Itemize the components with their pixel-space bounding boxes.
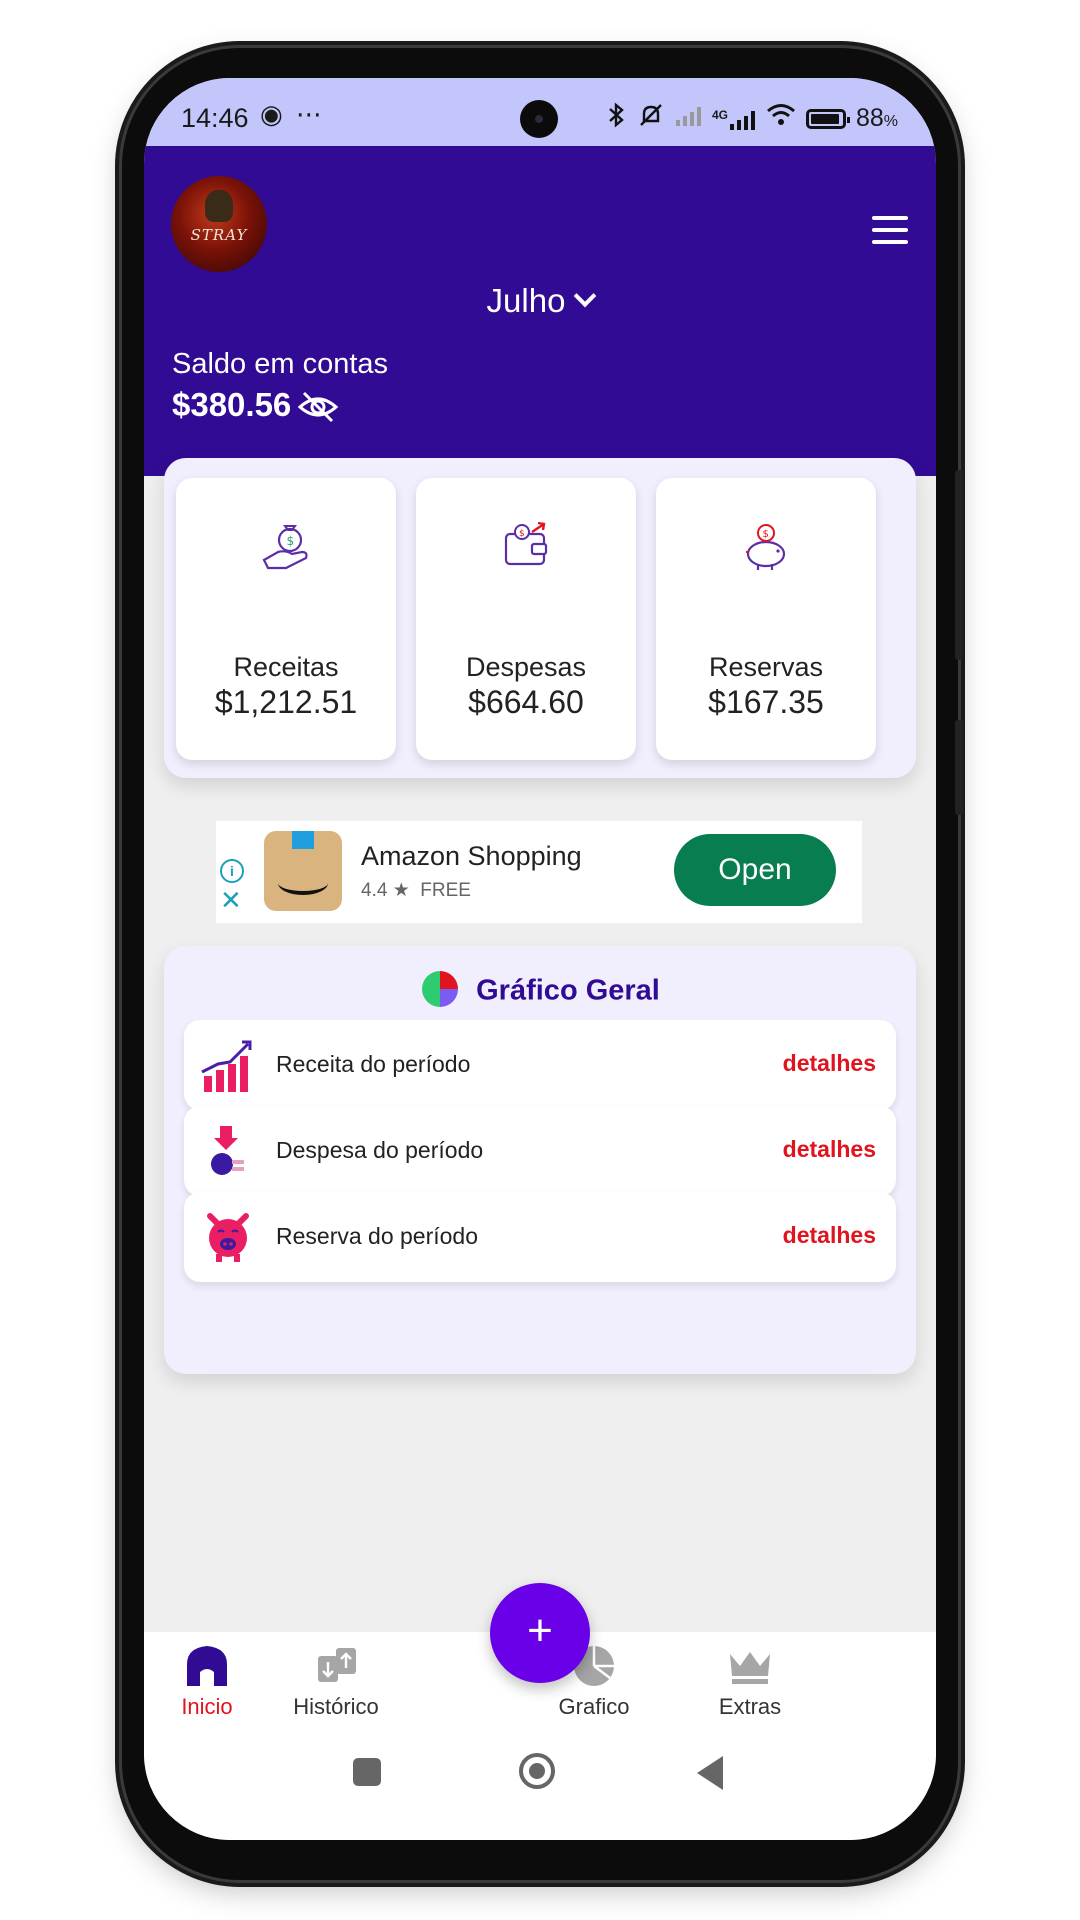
card-label: Despesas xyxy=(465,652,587,682)
bluetooth-icon xyxy=(606,102,628,135)
ad-rating: 4.4 ★ xyxy=(361,880,410,901)
battery-percent: 88% xyxy=(856,104,898,133)
pie-chart-icon xyxy=(422,971,459,1007)
history-transfer-icon xyxy=(318,1648,356,1682)
card-label: Reservas xyxy=(708,652,824,682)
list-item-despesa[interactable]: Despesa do período detalhes xyxy=(184,1106,896,1196)
signal-icon-1 xyxy=(674,104,702,133)
ad-banner[interactable]: i ✕ Amazon Shopping 4.4 ★ FREE Open xyxy=(216,821,862,923)
nav-label: Grafico xyxy=(558,1694,630,1719)
balance-value: $380.56 xyxy=(172,386,292,423)
screen: 14:46 ◉ ⋯ 4G 88% STRAY Julho Saldo em co… xyxy=(144,78,936,1840)
ad-app-name: Amazon Shopping xyxy=(361,841,582,871)
details-link[interactable]: detalhes xyxy=(783,1136,876,1163)
wallet-icon: $ xyxy=(504,521,548,566)
back-button[interactable] xyxy=(697,1756,723,1790)
amazon-app-icon xyxy=(264,831,342,911)
card-receitas[interactable]: $ Receitas $1,212.51 xyxy=(176,478,396,760)
status-icons: 4G 88% xyxy=(606,102,898,135)
summary-panel: $ Receitas $1,212.51 $ Despesas $664.60 xyxy=(164,458,916,778)
power-button xyxy=(955,720,963,815)
signal-icon-2: 4G xyxy=(712,108,756,130)
home-button[interactable] xyxy=(519,1753,555,1789)
list-item-receita[interactable]: Receita do período detalhes xyxy=(184,1020,896,1110)
row-label: Despesa do período xyxy=(276,1137,484,1163)
battery-unit: % xyxy=(883,113,898,130)
ad-meta: 4.4 ★ FREE xyxy=(361,879,471,902)
month-selector[interactable]: Julho xyxy=(144,282,936,320)
balance-label: Saldo em contas xyxy=(172,348,389,380)
coin-down-icon xyxy=(211,1126,244,1175)
wifi-icon xyxy=(766,103,796,134)
recent-apps-button[interactable] xyxy=(353,1758,381,1786)
header: STRAY Julho Saldo em contas $380.56 xyxy=(144,146,936,476)
volume-button xyxy=(955,470,963,660)
ad-open-button[interactable]: Open xyxy=(674,834,836,906)
home-icon xyxy=(187,1646,227,1686)
card-value: $1,212.51 xyxy=(214,684,358,720)
card-despesas[interactable]: $ Despesas $664.60 xyxy=(416,478,636,760)
ad-price: FREE xyxy=(420,880,471,901)
details-link[interactable]: detalhes xyxy=(783,1222,876,1249)
money-bag-hand-icon: $ xyxy=(262,525,308,570)
chevron-down-icon xyxy=(574,284,597,308)
status-bar: 14:46 ◉ ⋯ 4G 88% xyxy=(144,78,936,146)
status-time: 14:46 xyxy=(181,103,249,133)
battery-icon xyxy=(805,108,850,129)
card-label: Receitas xyxy=(233,652,339,682)
battery-value: 88 xyxy=(855,104,884,132)
row-label: Receita do período xyxy=(276,1051,471,1077)
piggy-bank-icon: $ xyxy=(746,524,786,570)
add-transaction-button[interactable]: + xyxy=(490,1583,590,1683)
avatar-cat-shape xyxy=(205,190,233,222)
row-label: Reserva do período xyxy=(276,1223,479,1249)
list-item-reserva[interactable]: Reserva do período detalhes xyxy=(184,1192,896,1282)
piggy-icon xyxy=(207,1213,249,1262)
network-type-label: 4G xyxy=(711,107,728,122)
notification-icons: ◉ ⋯ xyxy=(260,99,325,129)
card-reservas[interactable]: $ Reservas $167.35 xyxy=(656,478,876,760)
eye-off-icon[interactable] xyxy=(296,389,340,425)
section-title: Gráfico Geral xyxy=(164,971,916,1012)
nav-label: Histórico xyxy=(293,1694,379,1719)
card-value: $664.60 xyxy=(468,684,584,720)
crown-icon xyxy=(730,1652,770,1684)
mute-bell-icon xyxy=(638,102,664,135)
svg-text:$: $ xyxy=(287,534,295,548)
month-label: Julho xyxy=(486,282,566,319)
chart-growth-icon xyxy=(201,1040,252,1092)
nav-label: Extras xyxy=(718,1694,782,1719)
hamburger-menu-icon[interactable] xyxy=(872,216,908,244)
svg-text:$: $ xyxy=(763,529,769,540)
avatar[interactable]: STRAY xyxy=(171,176,267,272)
front-camera xyxy=(520,100,558,138)
card-value: $167.35 xyxy=(708,684,824,720)
ad-close-icon[interactable]: ✕ xyxy=(220,887,242,913)
section-title-text: Gráfico Geral xyxy=(476,974,660,1007)
general-chart-panel: Gráfico Geral Receita do período detalhe… xyxy=(164,946,916,1374)
svg-text:$: $ xyxy=(519,529,525,539)
avatar-logo-text: STRAY xyxy=(190,226,248,244)
details-link[interactable]: detalhes xyxy=(783,1050,876,1077)
ad-info-icon[interactable]: i xyxy=(220,859,244,883)
